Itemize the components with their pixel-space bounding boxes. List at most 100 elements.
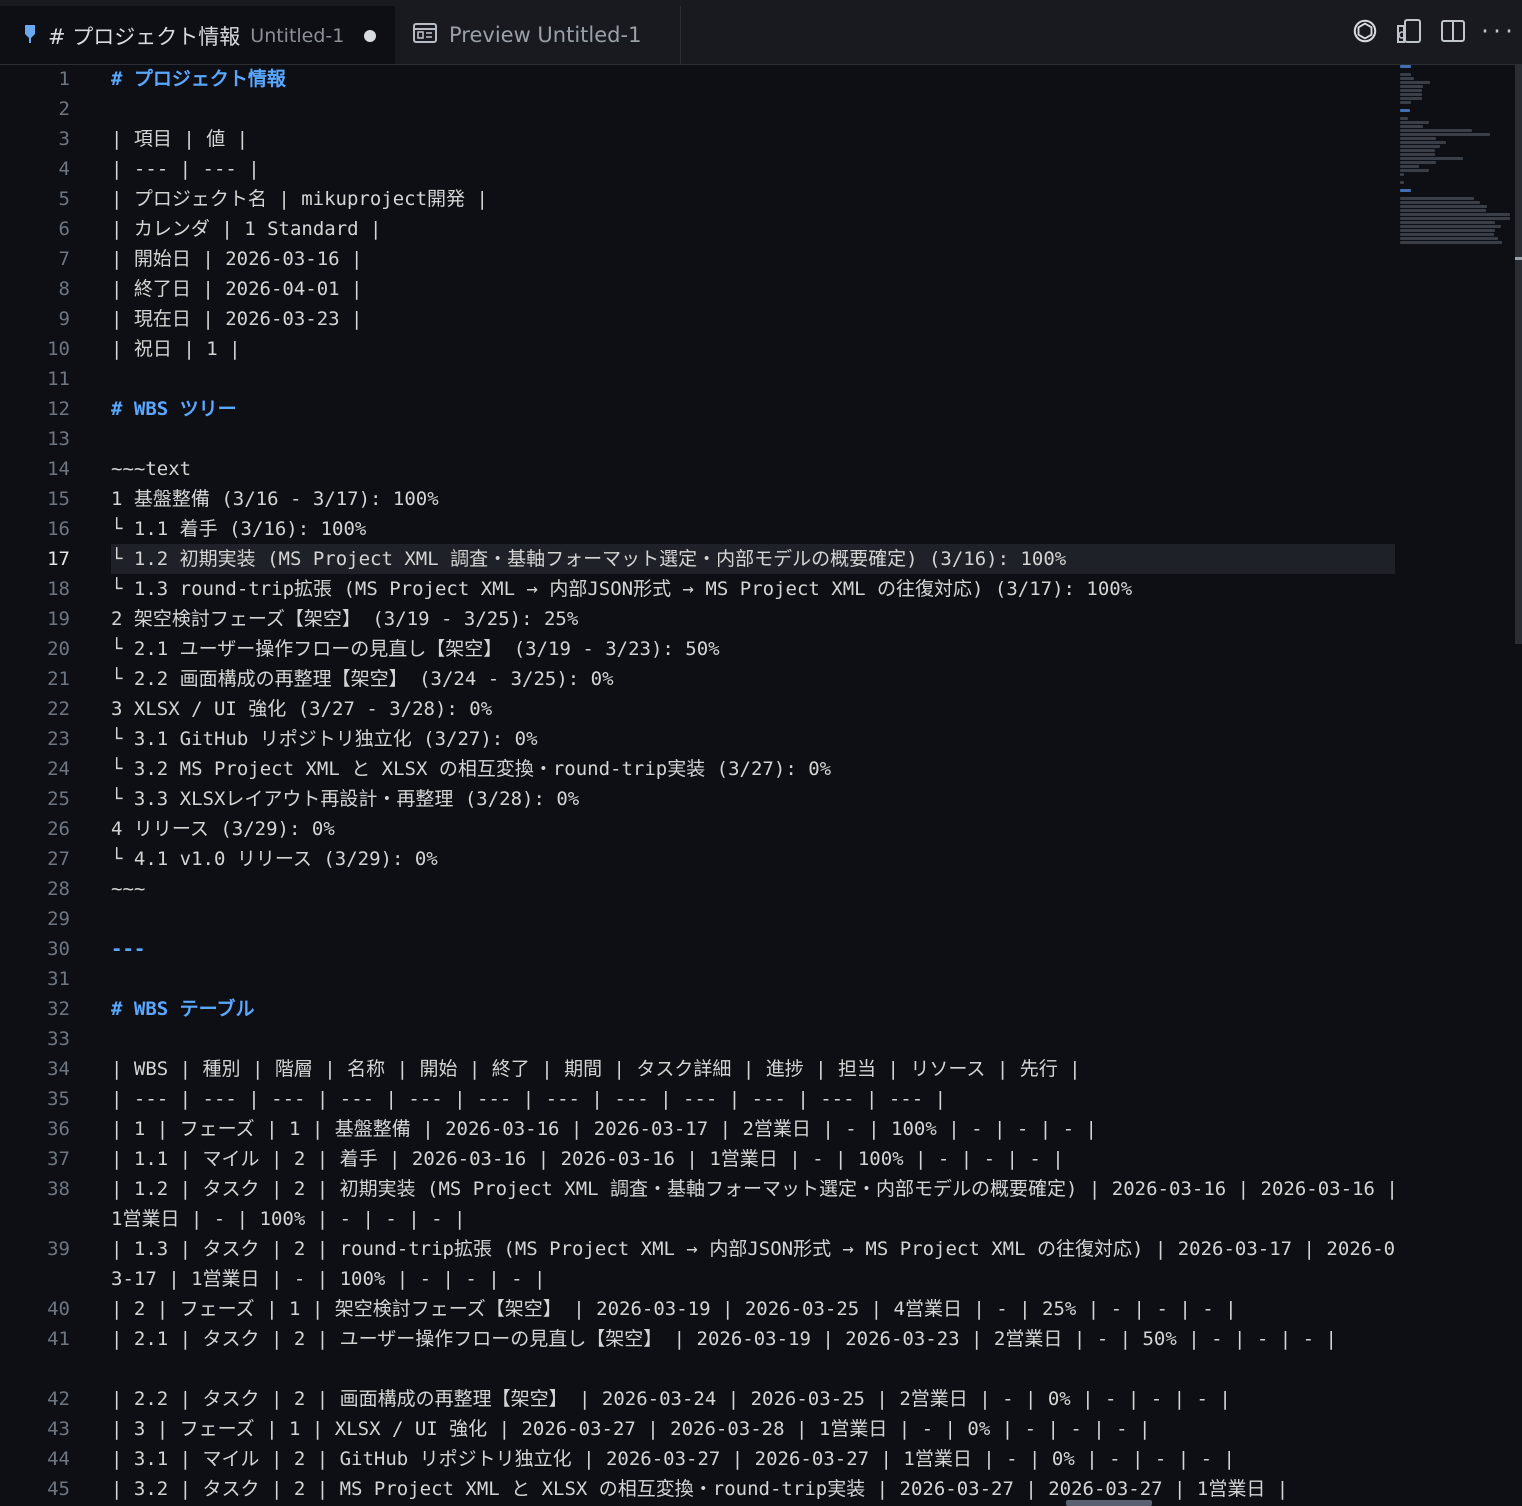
code-line[interactable]: 1 基盤整備 (3/16 - 3/17): 100% xyxy=(111,484,1401,514)
code-line[interactable] xyxy=(111,364,1401,394)
code-line[interactable]: | WBS | 種別 | 階層 | 名称 | 開始 | 終了 | 期間 | タス… xyxy=(111,1054,1401,1084)
line-number: 9 xyxy=(58,308,70,330)
code-line[interactable]: | プロジェクト名 | mikuproject開発 | xyxy=(111,184,1401,214)
code-line[interactable]: | 祝日 | 1 | xyxy=(111,334,1401,364)
minimap-line xyxy=(1400,237,1498,240)
unsaved-dot-icon[interactable] xyxy=(364,30,377,42)
code-line[interactable]: └ 2.2 画面構成の再整理【架空】 (3/24 - 3/25): 0% xyxy=(111,664,1401,694)
minimap-line xyxy=(1400,133,1491,136)
open-preview-to-side-icon[interactable] xyxy=(1396,18,1422,44)
line-number: 21 xyxy=(47,668,70,690)
code-line[interactable]: --- xyxy=(111,934,1401,964)
code-line[interactable]: └ 3.1 GitHub リポジトリ独立化 (3/27): 0% xyxy=(111,724,1401,754)
line-number: 30 xyxy=(47,938,70,960)
line-number: 45 xyxy=(47,1478,70,1500)
code-line[interactable]: 4 リリース (3/29): 0% xyxy=(111,814,1401,844)
minimap-line xyxy=(1400,149,1436,152)
code-line[interactable] xyxy=(111,424,1401,454)
line-number: 29 xyxy=(47,908,70,930)
editor-text-area[interactable]: # プロジェクト情報 | 項目 | 値 | | --- | --- | | プロジェク… xyxy=(111,64,1401,1504)
minimap-line xyxy=(1400,73,1411,76)
minimap-line xyxy=(1400,89,1422,92)
code-line[interactable] xyxy=(111,904,1401,934)
code-line[interactable] xyxy=(111,964,1401,994)
minimap-line xyxy=(1400,209,1486,212)
minimap-line xyxy=(1400,221,1495,224)
line-number: 28 xyxy=(47,878,70,900)
code-line[interactable]: ~~~text xyxy=(111,454,1401,484)
code-line[interactable]: | 開始日 | 2026-03-16 | xyxy=(111,244,1401,274)
tab-description: Untitled-1 xyxy=(250,25,345,47)
line-number: 5 xyxy=(58,188,70,210)
code-line[interactable]: 3 XLSX / UI 強化 (3/27 - 3/28): 0% xyxy=(111,694,1401,724)
code-editor[interactable]: 1 2 3 4 5 6 7 8 9 10 11 12 13 14 15 16 17 18 19 20 21 22 23 24 2… xyxy=(0,64,1522,1506)
more-actions-icon[interactable]: ··· xyxy=(1479,18,1515,44)
code-line[interactable]: └ 4.1 v1.0 リリース (3/29): 0% xyxy=(111,844,1401,874)
line-number: 17 xyxy=(47,548,70,570)
code-line[interactable]: | 終了日 | 2026-04-01 | xyxy=(111,274,1401,304)
code-line[interactable]: └ 1.3 round-trip拡張 (MS Project XML → 内部J… xyxy=(111,574,1401,604)
line-number: 31 xyxy=(47,968,70,990)
heading-line[interactable]: # WBS ツリー xyxy=(111,394,1401,424)
line-number: 7 xyxy=(58,248,70,270)
line-number: 44 xyxy=(47,1448,70,1470)
code-line[interactable]: | 2.2 | タスク | 2 | 画面構成の再整理【架空】 | 2026-03… xyxy=(111,1384,1401,1414)
code-line[interactable]: | 1.3 | タスク | 2 | round-trip拡張 (MS Proje… xyxy=(111,1234,1401,1294)
code-line[interactable] xyxy=(111,1024,1401,1054)
line-number: 13 xyxy=(47,428,70,450)
minimap-line xyxy=(1400,125,1424,128)
code-line[interactable]: | 項目 | 値 | xyxy=(111,124,1401,154)
minimap[interactable] xyxy=(1400,64,1518,264)
heading-line[interactable]: # プロジェクト情報 xyxy=(111,64,1401,94)
minimap-line xyxy=(1400,69,1404,72)
code-line[interactable]: | カレンダ | 1 Standard | xyxy=(111,214,1401,244)
horizontal-scrollbar-thumb[interactable] xyxy=(1066,1500,1152,1506)
heading-line[interactable]: # WBS テーブル xyxy=(111,994,1401,1024)
editor-tab-bar: # プロジェクト情報 Untitled-1 Preview Untitled-1… xyxy=(0,0,1522,65)
openai-icon[interactable] xyxy=(1352,18,1378,44)
line-number: 37 xyxy=(47,1148,70,1170)
code-line[interactable]: | 2 | フェーズ | 1 | 架空検討フェーズ【架空】 | 2026-03-… xyxy=(111,1294,1401,1324)
code-line[interactable]: | 1.1 | マイル | 2 | 着手 | 2026-03-16 | 2026… xyxy=(111,1144,1401,1174)
minimap-line xyxy=(1400,153,1436,156)
minimap-line xyxy=(1400,217,1510,220)
code-line[interactable]: 2 架空検討フェーズ【架空】 (3/19 - 3/25): 25% xyxy=(111,604,1401,634)
minimap-line xyxy=(1400,157,1463,160)
line-number: 1 xyxy=(58,68,70,90)
vertical-scrollbar[interactable] xyxy=(1515,64,1522,644)
tab-label: # プロジェクト情報 xyxy=(48,25,241,49)
code-line[interactable]: └ 2.1 ユーザー操作フローの見直し【架空】 (3/19 - 3/23): 5… xyxy=(111,634,1401,664)
line-number: 19 xyxy=(47,608,70,630)
line-number: 38 xyxy=(47,1178,70,1200)
line-number: 22 xyxy=(47,698,70,720)
code-line[interactable]: | 3.1 | マイル | 2 | GitHub リポジトリ独立化 | 2026… xyxy=(111,1444,1401,1474)
code-line[interactable]: | --- | --- | xyxy=(111,154,1401,184)
minimap-line xyxy=(1400,85,1424,88)
tab-markdown-untitled[interactable]: # プロジェクト情報 Untitled-1 xyxy=(0,6,395,64)
line-number: 34 xyxy=(47,1058,70,1080)
tab-preview[interactable]: Preview Untitled-1 xyxy=(395,6,681,64)
code-line[interactable]: ~~~ xyxy=(111,874,1401,904)
line-number: 23 xyxy=(47,728,70,750)
code-line[interactable]: | 1 | フェーズ | 1 | 基盤整備 | 2026-03-16 | 202… xyxy=(111,1114,1401,1144)
minimap-line xyxy=(1400,109,1410,112)
code-line[interactable]: └ 1.1 着手 (3/16): 100% xyxy=(111,514,1401,544)
minimap-line xyxy=(1400,93,1422,96)
code-line[interactable]: | --- | --- | --- | --- | --- | --- | --… xyxy=(111,1084,1401,1114)
line-number: 24 xyxy=(47,758,70,780)
code-line[interactable]: | 3 | フェーズ | 1 | XLSX / UI 強化 | 2026-03-… xyxy=(111,1414,1401,1444)
scrollbar-cursor-marker xyxy=(1515,257,1522,260)
code-line[interactable]: | 現在日 | 2026-03-23 | xyxy=(111,304,1401,334)
code-line[interactable]: | 1.2 | タスク | 2 | 初期実装 (MS Project XML 調… xyxy=(111,1174,1401,1234)
minimap-line xyxy=(1400,197,1474,200)
code-line[interactable]: | 2.1 | タスク | 2 | ユーザー操作フローの見直し【架空】 | 20… xyxy=(111,1324,1401,1384)
line-number: 4 xyxy=(58,158,70,180)
code-line[interactable]: └ 3.3 XLSXレイアウト再設計・再整理 (3/28): 0% xyxy=(111,784,1401,814)
minimap-line xyxy=(1400,121,1429,124)
split-editor-icon[interactable] xyxy=(1440,18,1466,44)
code-line[interactable]: └ 3.2 MS Project XML と XLSX の相互変換・round-… xyxy=(111,754,1401,784)
code-line[interactable]: | 3.2 | タスク | 2 | MS Project XML と XLSX … xyxy=(111,1474,1401,1504)
code-line[interactable]: └ 1.2 初期実装 (MS Project XML 調査・基軸フォーマット選定… xyxy=(111,544,1395,574)
code-line[interactable] xyxy=(111,94,1401,124)
minimap-line xyxy=(1400,129,1472,132)
